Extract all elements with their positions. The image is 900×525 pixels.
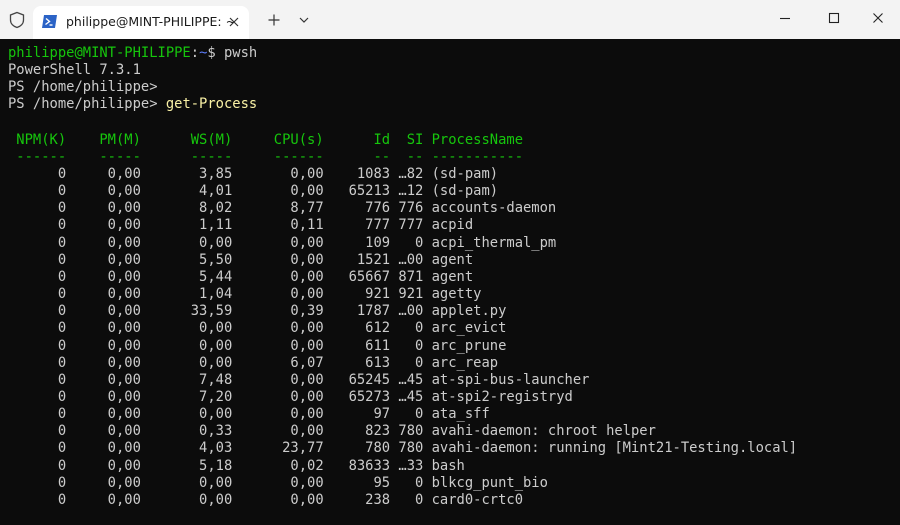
table-row: 0 0,00 4,03 23,77 780 780 avahi-daemon: …	[8, 440, 798, 457]
table-row: 0 0,00 1,11 0,11 777 777 acpid	[8, 217, 474, 234]
bash-prompt-line: philippe@MINT-PHILIPPE:~$ pwsh	[8, 45, 257, 62]
close-window-icon[interactable]	[870, 10, 886, 26]
terminal-output[interactable]: philippe@MINT-PHILIPPE:~$ pwsh PowerShel…	[0, 39, 900, 525]
prompt-colon: :	[190, 45, 200, 61]
ps-prompt: PS /home/philippe>	[8, 96, 166, 112]
chevron-down-icon[interactable]	[297, 13, 311, 27]
table-row: 0 0,00 33,59 0,39 1787 …00 applet.py	[8, 303, 507, 320]
table-row: 0 0,00 0,00 0,00 95 0 blkcg_punt_bio	[8, 474, 548, 491]
table-row: 0 0,00 0,00 0,00 611 0 arc_prune	[8, 337, 507, 354]
maximize-icon[interactable]	[826, 10, 842, 26]
table-row: 0 0,00 7,20 0,00 65273 …45 at-spi2-regis…	[8, 388, 573, 405]
terminal-window: philippe@MINT-PHILIPPE: ~ philippe@MINT-…	[0, 0, 900, 525]
tab-title: philippe@MINT-PHILIPPE: ~	[66, 14, 237, 29]
table-row: 0 0,00 5,18 0,02 83633 …33 bash	[8, 457, 465, 474]
prompt-command: pwsh	[224, 45, 258, 61]
table-row: 0 0,00 5,50 0,00 1521 …00 agent	[8, 251, 474, 268]
prompt-dollar: $	[207, 45, 224, 61]
plus-icon[interactable]	[266, 12, 282, 28]
close-icon[interactable]	[226, 14, 242, 30]
table-row: 0 0,00 0,00 6,07 613 0 arc_reap	[8, 354, 499, 371]
table-row: 0 0,00 7,48 0,00 65245 …45 at-spi-bus-la…	[8, 371, 590, 388]
table-row: 0 0,00 0,00 0,00 97 0 ata_sff	[8, 406, 490, 423]
table-row: 0 0,00 3,85 0,00 1083 …82 (sd-pam)	[8, 166, 499, 182]
ps-command: get-Process	[165, 96, 258, 112]
shield-icon[interactable]	[8, 11, 26, 29]
table-header: NPM(K) PM(M) WS(M) CPU(s) Id SI ProcessN…	[8, 132, 523, 148]
table-header-underline: ------ ----- ----- ------ -- -- --------…	[8, 149, 523, 165]
table-row: 0 0,00 1,04 0,00 921 921 agetty	[8, 286, 482, 303]
ps-command-line: PS /home/philippe> get-Process	[8, 96, 257, 113]
ps-prompt-line: PS /home/philippe>	[8, 79, 158, 95]
minimize-icon[interactable]	[777, 10, 793, 26]
table-row: 0 0,00 0,00 0,00 238 0 card0-crtc0	[8, 491, 523, 508]
table-row: 0 0,00 8,02 8,77 776 776 accounts-daemon	[8, 200, 557, 217]
powershell-icon	[42, 15, 57, 28]
table-row: 0 0,00 0,00 0,00 612 0 arc_evict	[8, 320, 507, 337]
prompt-user-host: philippe@MINT-PHILIPPE	[8, 45, 191, 61]
version-line: PowerShell 7.3.1	[8, 62, 141, 78]
terminal-tab[interactable]: philippe@MINT-PHILIPPE: ~	[33, 6, 249, 39]
table-row: 0 0,00 0,00 0,00 109 0 acpi_thermal_pm	[8, 234, 557, 251]
title-bar: philippe@MINT-PHILIPPE: ~	[0, 0, 900, 39]
table-row: 0 0,00 0,33 0,00 823 780 avahi-daemon: c…	[8, 423, 656, 440]
table-row: 0 0,00 4,01 0,00 65213 …12 (sd-pam)	[8, 183, 499, 200]
table-row: 0 0,00 5,44 0,00 65667 871 agent	[8, 268, 474, 285]
